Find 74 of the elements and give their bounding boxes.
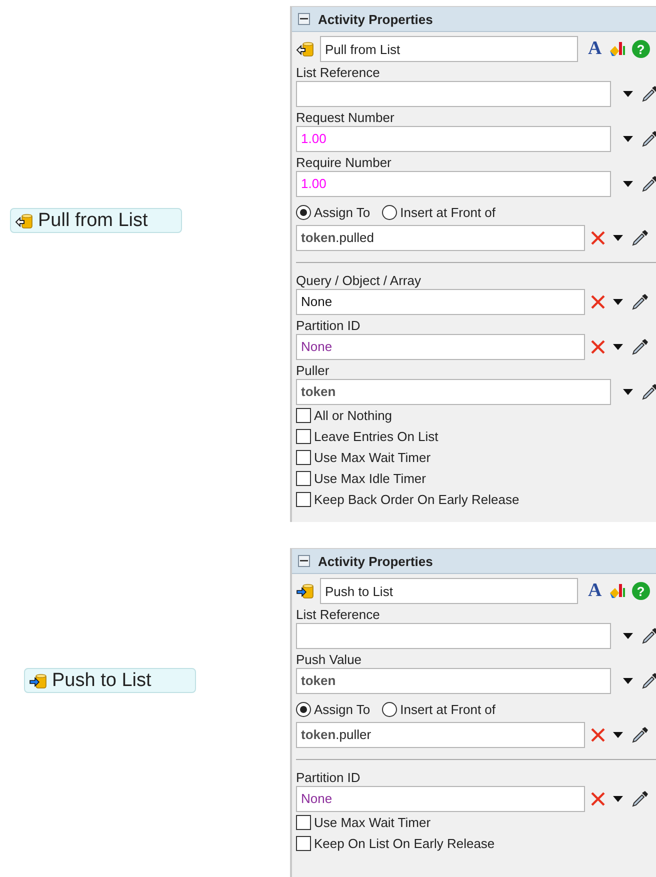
chart-icon[interactable] [608, 582, 626, 600]
radio-button[interactable] [296, 702, 311, 716]
clear-icon[interactable] [591, 792, 605, 806]
radio-button[interactable] [382, 204, 398, 220]
dropdown-arrow-icon[interactable] [613, 796, 623, 802]
panel-title: Activity Properties [318, 12, 433, 26]
field-label: Query / Object / Array [296, 273, 422, 288]
dropdown-arrow-icon[interactable] [613, 298, 623, 304]
list-activity-icon [15, 212, 33, 228]
dropdown-arrow-icon[interactable] [623, 180, 633, 186]
input-field[interactable]: None [296, 786, 585, 812]
list-activity-icon [29, 672, 47, 688]
checkbox[interactable] [296, 815, 311, 830]
list-activity-icon [296, 41, 314, 57]
checkbox[interactable] [296, 429, 311, 444]
clear-icon[interactable] [591, 340, 605, 354]
checkbox-label: Use Max Wait Timer [314, 450, 431, 465]
dropdown-arrow-icon[interactable] [613, 344, 623, 350]
input-field[interactable]: token [296, 378, 611, 404]
checkbox[interactable] [296, 492, 311, 507]
activity-node[interactable]: Pull from List [10, 208, 182, 233]
name-field[interactable]: Push to List [320, 578, 578, 604]
clear-icon[interactable] [591, 728, 605, 742]
font-button[interactable]: A [588, 38, 602, 60]
clear-icon[interactable] [591, 294, 605, 308]
checkbox-label: Leave Entries On List [314, 429, 438, 444]
collapse-button[interactable] [298, 13, 310, 25]
dropdown-arrow-icon[interactable] [623, 678, 633, 684]
dropdown-arrow-icon[interactable] [623, 136, 633, 142]
checkbox-label: Keep On List On Early Release [314, 836, 495, 851]
input-field[interactable]: token.pulled [296, 224, 585, 250]
field-label: Puller [296, 363, 330, 378]
checkbox-label: Use Max Idle Timer [314, 471, 426, 486]
checkbox[interactable] [296, 408, 311, 423]
input-field[interactable] [296, 80, 611, 106]
checkbox[interactable] [296, 471, 311, 486]
field-label: List Reference [296, 65, 381, 80]
checkbox[interactable] [296, 836, 311, 851]
radio-option[interactable]: Insert at Front of [382, 702, 496, 716]
list-activity-icon [296, 583, 314, 599]
input-field[interactable]: None [296, 288, 585, 314]
input-field[interactable] [296, 622, 611, 648]
chart-icon[interactable] [608, 40, 626, 58]
dropdown-arrow-icon[interactable] [613, 234, 623, 240]
input-field[interactable]: token [296, 668, 611, 694]
field-label: Partition ID [296, 318, 362, 333]
dropdown-arrow-icon[interactable] [613, 732, 623, 738]
field-label: Partition ID [296, 770, 362, 785]
checkbox-label: All or Nothing [314, 408, 392, 423]
checkbox[interactable] [296, 450, 311, 465]
clear-icon[interactable] [591, 230, 605, 244]
activity-node[interactable]: Push to List [24, 668, 196, 693]
minus-icon [300, 560, 308, 562]
input-field[interactable]: token.puller [296, 722, 585, 748]
dropdown-arrow-icon[interactable] [623, 388, 633, 394]
radio-option[interactable]: Assign To [296, 702, 370, 716]
collapse-button[interactable] [298, 555, 310, 567]
minus-icon [300, 18, 308, 20]
input-field[interactable]: None [296, 334, 585, 360]
radio-option[interactable]: Assign To [296, 204, 370, 220]
field-label: List Reference [296, 607, 381, 622]
radio-option[interactable]: Insert at Front of [382, 204, 496, 220]
font-button[interactable]: A [588, 580, 602, 602]
panel-title: Activity Properties [318, 554, 433, 568]
checkbox-label: Keep Back Order On Early Release [314, 492, 520, 507]
name-field[interactable]: Pull from List [320, 36, 578, 62]
field-label: Request Number [296, 110, 396, 125]
dropdown-arrow-icon[interactable] [623, 90, 633, 96]
field-label: Require Number [296, 155, 392, 170]
checkbox-label: Use Max Wait Timer [314, 815, 431, 830]
dropdown-arrow-icon[interactable] [623, 632, 633, 638]
field-label: Push Value [296, 652, 363, 667]
radio-button[interactable] [296, 204, 311, 220]
radio-button[interactable] [382, 702, 398, 716]
